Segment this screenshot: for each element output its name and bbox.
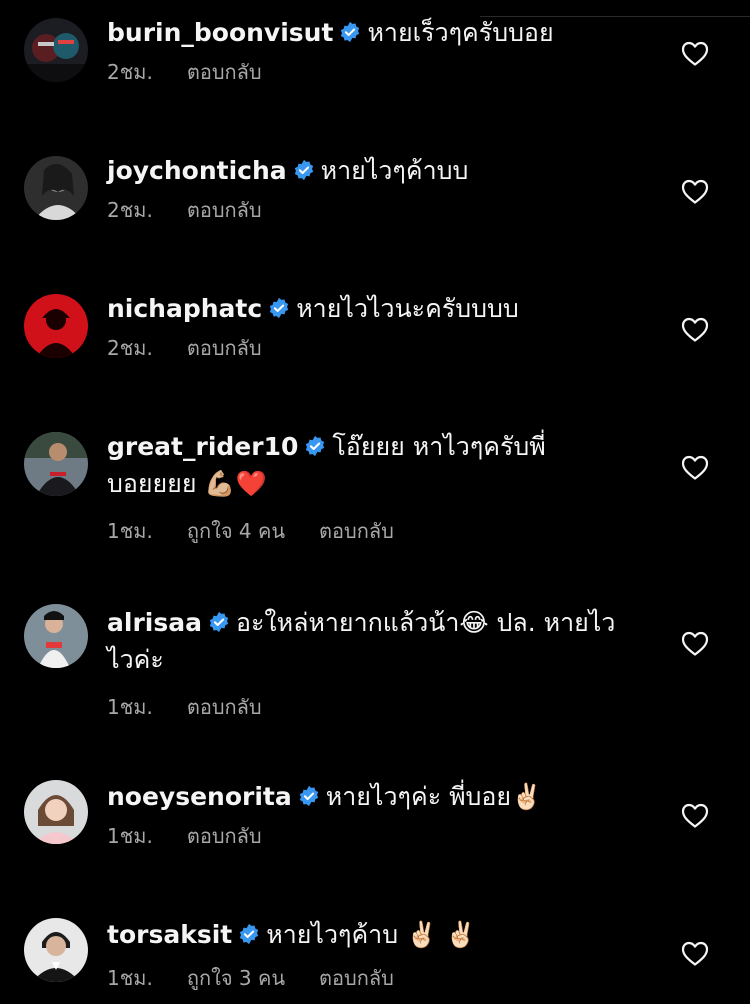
likes-count[interactable]: ถูกใจ 4 คน [187,519,285,543]
like-heart-icon[interactable] [681,40,709,66]
verified-badge-icon [240,923,259,945]
comment-meta: 1ชม. ตอบกลับ [107,823,640,849]
comment-time: 1ชม. [107,966,153,990]
username-link[interactable]: nichaphatc [107,294,262,323]
verified-badge-icon [306,435,325,457]
likes-count[interactable]: ถูกใจ 3 คน [187,966,285,990]
avatar[interactable] [24,604,88,668]
verified-badge-icon [209,611,229,633]
comment-meta: 2ชม. ตอบกลับ [107,59,640,85]
comment-time: 2ชม. [107,60,153,84]
comment-text-line: alrisaa อะใหล่หายากแล้วน้า😂 ปล. หายไวไวค่… [107,604,627,678]
like-heart-icon[interactable] [681,940,709,966]
comment-time: 2ชม. [107,336,153,360]
comment-time: 2ชม. [107,198,153,222]
comment-text: หายไวไวนะครับบบบ [296,294,519,323]
comment-text-line: nichaphatc หายไวไวนะครับบบบ [107,290,640,327]
avatar[interactable] [24,918,88,982]
username-link[interactable]: burin_boonvisut [107,18,333,47]
username-link[interactable]: alrisaa [107,608,202,637]
comment-text-line: joychonticha หายไวๆค้าบบ [107,152,640,189]
comment-meta: 2ชม. ตอบกลับ [107,197,640,223]
comment-meta: 1ชม. ตอบกลับ [107,694,640,720]
comment-text-line: noeysenorita หายไวๆค่ะ พี่บอย✌🏻 [107,778,640,815]
like-heart-icon[interactable] [681,630,709,656]
username-link[interactable]: noeysenorita [107,782,292,811]
avatar[interactable] [24,432,88,496]
comment-text: หายไวๆค้าบบ [320,156,469,185]
verified-badge-icon [341,21,360,43]
like-heart-icon[interactable] [681,454,709,480]
avatar[interactable] [24,18,88,82]
like-heart-icon[interactable] [681,316,709,342]
verified-badge-icon [299,785,318,807]
comment-text-line: great_rider10 โอ๊ยยย หาไวๆครับพี่บอยยยย 💪… [107,428,577,502]
reply-button[interactable]: ตอบกลับ [319,519,394,543]
avatar[interactable] [24,780,88,844]
reply-button[interactable]: ตอบกลับ [319,966,394,990]
comment-text: หายไวๆค่ะ พี่บอย✌🏻 [325,782,543,811]
reply-button[interactable]: ตอบกลับ [187,824,262,848]
username-link[interactable]: joychonticha [107,156,287,185]
verified-badge-icon [270,297,289,319]
comment-text-line: torsaksit หายไวๆค้าบ ✌🏻 ✌🏻 [107,916,640,953]
reply-button[interactable]: ตอบกลับ [187,198,262,222]
username-link[interactable]: torsaksit [107,920,232,949]
comment-time: 1ชม. [107,519,153,543]
comment-text: หายเร็วๆครับบอย [367,18,554,47]
comment-text: หายไวๆค้าบ ✌🏻 ✌🏻 [266,920,477,949]
username-link[interactable]: great_rider10 [107,432,298,461]
reply-button[interactable]: ตอบกลับ [187,695,262,719]
comment-meta: 1ชม. ถูกใจ 3 คน ตอบกลับ [107,965,640,991]
comment-time: 1ชม. [107,695,153,719]
like-heart-icon[interactable] [681,178,709,204]
avatar[interactable] [24,156,88,220]
avatar[interactable] [24,294,88,358]
verified-badge-icon [294,159,313,181]
reply-button[interactable]: ตอบกลับ [187,336,262,360]
comment-meta: 1ชม. ถูกใจ 4 คน ตอบกลับ [107,518,640,544]
reply-button[interactable]: ตอบกลับ [187,60,262,84]
comment-meta: 2ชม. ตอบกลับ [107,335,640,361]
comment-time: 1ชม. [107,824,153,848]
like-heart-icon[interactable] [681,802,709,828]
comment-text-line: burin_boonvisut หายเร็วๆครับบอย [107,14,640,51]
